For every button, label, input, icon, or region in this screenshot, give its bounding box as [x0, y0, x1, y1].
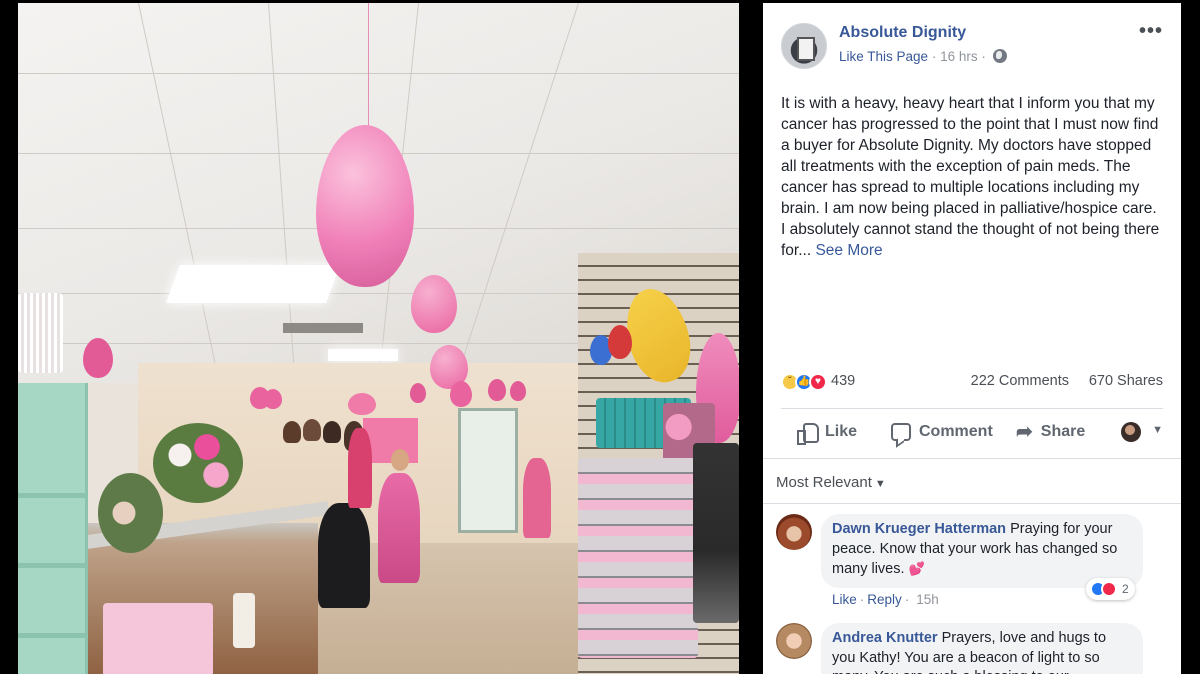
pink-balloon: [450, 381, 472, 407]
comment-button[interactable]: Comment: [891, 417, 993, 447]
globe-icon: [992, 49, 1007, 63]
comment-bubble: Andrea Knutter Prayers, love and hugs to…: [821, 623, 1143, 674]
sort-dropdown[interactable]: Most Relevant ▼: [776, 474, 886, 491]
mint-shelf: [18, 383, 88, 674]
post-panel: Absolute Dignity Like This Page · 16 hrs…: [763, 3, 1181, 674]
plant: [98, 473, 163, 553]
ceiling-light: [328, 349, 398, 361]
wig: [303, 419, 321, 441]
meta-separator: ·: [981, 49, 986, 64]
thumbs-up-icon: [797, 423, 819, 445]
mannequin-torso: [693, 443, 739, 623]
pink-balloon: [264, 389, 282, 409]
share-arrow-icon: ➦: [1016, 421, 1033, 443]
share-label: Share: [1040, 423, 1086, 440]
post-meta: Like This Page · 16 hrs ·: [839, 49, 1007, 64]
counter-sign: [103, 603, 213, 674]
hanging-garment: [523, 458, 551, 538]
comment-actions: Like · Reply · 15h: [832, 592, 939, 607]
shelf-board: [18, 633, 88, 638]
red-balloon: [608, 325, 632, 359]
comment-bubble: Dawn Krueger Hatterman Praying for your …: [821, 514, 1143, 588]
post-paragraph: It is with a heavy, heavy heart that I i…: [781, 95, 1159, 217]
pink-dress: [378, 473, 420, 583]
pink-bow: [348, 393, 376, 415]
comment-like-link[interactable]: Like: [832, 592, 857, 607]
comment-reactions[interactable]: 2: [1086, 578, 1135, 600]
avatar[interactable]: [776, 623, 812, 659]
pink-balloon: [510, 381, 526, 401]
ellipsis-icon[interactable]: •••: [1139, 21, 1163, 41]
pink-balloon: [488, 379, 506, 401]
pink-balloon: [410, 383, 426, 403]
paper-note: [233, 593, 255, 648]
back-door: [458, 408, 518, 533]
black-tshirt: [318, 503, 370, 608]
mannequin-head: [391, 449, 409, 471]
like-page-link[interactable]: Like This Page: [839, 49, 928, 64]
shares-count-link[interactable]: 670 Shares: [1089, 373, 1163, 389]
comment-time[interactable]: 15h: [916, 592, 939, 607]
like-button[interactable]: Like: [797, 417, 857, 447]
chevron-down-icon: ▼: [874, 478, 886, 490]
wig: [323, 421, 341, 443]
ceiling-vent: [283, 323, 363, 333]
post-text: It is with a heavy, heavy heart that I i…: [781, 93, 1167, 261]
store-photo[interactable]: [18, 3, 739, 674]
pink-balloon: [411, 275, 457, 333]
post-paragraph-truncated: I absolutely cannot stand the thought of…: [781, 221, 1160, 259]
pink-balloon: [83, 338, 113, 378]
comment-reaction-count: 2: [1122, 582, 1129, 596]
heart-emoji-icon: 💕: [908, 561, 925, 576]
ceiling-grid-line: [18, 73, 739, 74]
comments-list: Dawn Krueger Hatterman Praying for your …: [763, 504, 1181, 674]
divider: [781, 408, 1163, 409]
comment-author[interactable]: Andrea Knutter: [832, 630, 938, 646]
straw-holder: [18, 293, 63, 373]
comment-author[interactable]: Dawn Krueger Hatterman: [832, 521, 1006, 537]
flower-arrangement: [153, 423, 243, 503]
like-label: Like: [825, 423, 858, 440]
post-header: Absolute Dignity Like This Page · 16 hrs…: [781, 21, 1163, 71]
page-avatar[interactable]: [781, 23, 827, 69]
comments-section: Most Relevant ▼ Dawn Krueger Hatterman Pr…: [763, 458, 1181, 674]
reaction-count[interactable]: 439: [831, 373, 855, 389]
meta-separator: ·: [931, 49, 937, 64]
comment-sort-bar: Most Relevant ▼: [763, 458, 1181, 504]
ceiling-light: [166, 265, 340, 303]
comment-label: Comment: [919, 423, 993, 440]
page-name-link[interactable]: Absolute Dignity: [839, 24, 966, 42]
balloon-string: [368, 3, 369, 128]
comment-icon: [891, 423, 911, 441]
hanging-garment: [348, 428, 372, 508]
wire-rack: [578, 458, 698, 658]
reactions-summary[interactable]: ˘ 👍 ♥ 439 222 Comments 670 Shares: [781, 372, 1163, 394]
chevron-down-icon[interactable]: ▼: [1152, 424, 1163, 436]
comment-reply-link[interactable]: Reply: [867, 592, 902, 607]
share-button[interactable]: ➦ Share: [1016, 417, 1085, 447]
avatar[interactable]: [776, 514, 812, 550]
post-actions: Like Comment ➦ Share ▼: [781, 417, 1163, 447]
see-more-link[interactable]: See More: [815, 242, 882, 259]
love-reaction-icon: [1101, 581, 1117, 597]
shelf-board: [18, 493, 88, 498]
wig: [283, 421, 301, 443]
sort-label: Most Relevant: [776, 474, 872, 491]
shelf-board: [18, 563, 88, 568]
post-time[interactable]: 16 hrs: [940, 49, 978, 64]
comments-count-link[interactable]: 222 Comments: [971, 373, 1069, 389]
profile-avatar[interactable]: [1121, 422, 1141, 442]
love-reaction-icon: ♥: [809, 373, 827, 391]
